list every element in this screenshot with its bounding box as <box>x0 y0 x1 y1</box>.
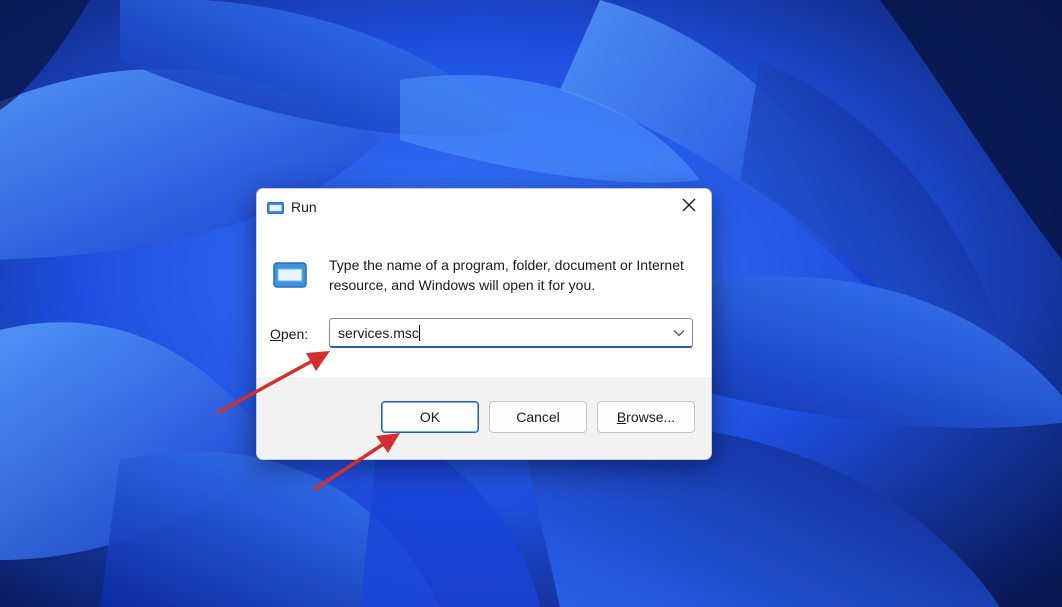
title-bar[interactable]: Run <box>257 189 711 225</box>
text-caret <box>418 325 420 341</box>
browse-access-key: B <box>616 409 627 425</box>
browse-button-label: Browse... <box>617 409 675 425</box>
run-icon <box>267 201 284 214</box>
chevron-down-icon <box>673 324 685 342</box>
run-icon <box>273 262 307 288</box>
open-label: Open: <box>270 326 308 342</box>
browse-button[interactable]: Browse... <box>597 401 695 433</box>
button-bar: OK Cancel Browse... <box>257 377 711 459</box>
dialog-description: Type the name of a program, folder, docu… <box>329 257 684 293</box>
open-input[interactable]: services.msc <box>338 325 420 341</box>
cancel-button-label: Cancel <box>516 409 560 425</box>
open-combobox[interactable]: services.msc <box>329 318 693 348</box>
run-dialog: Run Type the name of a program, folder, … <box>256 188 712 460</box>
browse-label-text: rowse... <box>626 409 676 425</box>
close-icon <box>682 198 696 217</box>
open-input-value: services.msc <box>338 325 419 341</box>
open-label-access-key: O <box>270 326 281 342</box>
ok-button-label: OK <box>419 409 441 425</box>
dropdown-button[interactable] <box>670 324 688 342</box>
window-title: Run <box>291 199 317 215</box>
desktop: Run Type the name of a program, folder, … <box>0 0 1062 607</box>
cancel-button[interactable]: Cancel <box>489 401 587 433</box>
open-label-text: pen: <box>280 326 309 342</box>
close-button[interactable] <box>671 193 707 221</box>
ok-button[interactable]: OK <box>381 401 479 433</box>
